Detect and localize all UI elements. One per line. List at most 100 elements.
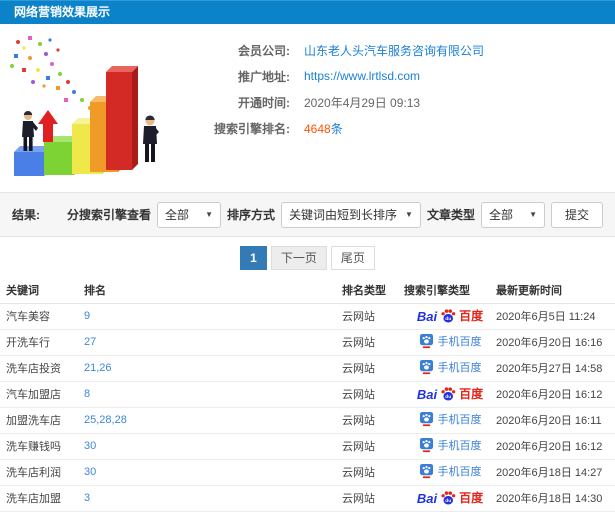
mobile-baidu-icon <box>419 333 433 348</box>
engine-type-cell: Bai du 百度 <box>404 485 496 512</box>
sort-filter-select[interactable]: 关键词由短到长排序 ▼ <box>281 201 421 228</box>
rank-cell: 30 <box>84 459 342 486</box>
member-info-panel: 会员公司: 山东老人头汽车服务咨询有限公司 推广地址: https://www.… <box>190 24 615 192</box>
rank-link[interactable]: 27 <box>84 336 96 348</box>
updated-cell: 2020年6月18日 14:27 <box>496 459 615 486</box>
rank-link[interactable]: 25,28,28 <box>84 414 127 426</box>
promo-url-label: 推广地址: <box>238 69 290 84</box>
engine-type-cell: 手机百度 <box>404 433 496 460</box>
info-row-url: 推广地址: https://www.lrtlsd.com <box>190 63 615 89</box>
engine-filter-value: 全部 <box>165 208 190 222</box>
keyword-cell: 汽车美容 <box>0 303 84 330</box>
chevron-down-icon: ▼ <box>205 210 214 219</box>
table-row: 汽车加盟店 8 云网站 Bai du 百度 2020年6月20日 16:12 <box>0 381 615 408</box>
mobile-baidu-icon <box>419 437 433 452</box>
page-button-1[interactable]: 1 <box>240 245 267 270</box>
svg-text:du: du <box>445 498 451 504</box>
pagination: 1 下一页 尾页 <box>0 237 615 278</box>
rank-cell: 9 <box>84 303 342 330</box>
updated-cell: 2020年5月27日 14:58 <box>496 355 615 382</box>
sort-filter-label: 排序方式 <box>227 208 276 222</box>
article-type-value: 全部 <box>488 208 513 222</box>
table-row: 洗车店加盟 3 云网站 Bai du 百度 2020年6月18日 14:30 <box>0 485 615 512</box>
sort-filter-value: 关键词由短到长排序 <box>289 208 398 222</box>
rank-link[interactable]: 3 <box>84 492 90 504</box>
rank-cell: 27 <box>84 329 342 356</box>
info-row-opened: 开通时间: 2020年4月29日 09:13 <box>190 89 615 115</box>
table-row: 洗车店投资 21,26 云网站 手机百度 2020年5月27日 14:58 <box>0 355 615 382</box>
company-link[interactable]: 山东老人头汽车服务咨询有限公司 <box>304 42 484 59</box>
rank-unit: 条 <box>330 121 343 136</box>
engine-type-cell: 手机百度 <box>404 459 496 486</box>
rank-type-cell: 云网站 <box>342 329 404 356</box>
engine-type-cell: Bai du 百度 <box>404 303 496 330</box>
ranking-table-body: 汽车美容 9 云网站 Bai du 百度 2020年6月5日 11:24 开洗车行 27 云网站手… <box>0 303 615 512</box>
baidu-paw-icon: du <box>441 491 456 505</box>
table-row: 洗车赚钱吗 30 云网站 手机百度 2020年6月20日 16:12 <box>0 433 615 460</box>
keyword-cell: 洗车店利润 <box>0 459 84 486</box>
rank-count: 4648 <box>304 121 331 136</box>
rank-cell: 3 <box>84 485 342 512</box>
baidu-logo: Bai du 百度 <box>416 490 484 506</box>
company-label: 会员公司: <box>238 43 290 58</box>
mobile-baidu-logo: 手机百度 <box>419 411 482 427</box>
keyword-cell: 开洗车行 <box>0 329 84 356</box>
engine-filter-label: 分搜索引擎查看 <box>67 208 152 222</box>
engine-type-cell: 手机百度 <box>404 329 496 356</box>
last-page-button[interactable]: 尾页 <box>330 245 375 270</box>
rank-type-cell: 云网站 <box>342 407 404 434</box>
chevron-down-icon: ▼ <box>405 210 413 219</box>
rank-link[interactable]: 8 <box>84 388 90 400</box>
engine-rank-label: 搜索引擎排名: <box>214 121 290 136</box>
mobile-baidu-logo: 手机百度 <box>419 333 482 349</box>
updated-cell: 2020年6月20日 16:11 <box>496 407 615 434</box>
promo-url-link[interactable]: https://www.lrtlsd.com <box>304 69 420 83</box>
rank-link[interactable]: 9 <box>84 310 90 322</box>
summary-section: 会员公司: 山东老人头汽车服务咨询有限公司 推广地址: https://www.… <box>0 24 615 192</box>
marketing-results-page: 网络营销效果展示 会员公司: 山东老人头汽车服务咨询有限公司 推广地址: htt… <box>0 0 615 520</box>
mobile-baidu-icon <box>419 411 433 426</box>
rank-type-cell: 云网站 <box>342 303 404 330</box>
keyword-cell: 加盟洗车店 <box>0 407 84 434</box>
info-row-company: 会员公司: 山东老人头汽车服务咨询有限公司 <box>190 37 615 63</box>
engine-type-cell: 手机百度 <box>404 355 496 382</box>
updated-cell: 2020年6月20日 16:12 <box>496 381 615 408</box>
submit-button[interactable]: 提交 <box>550 201 603 228</box>
article-type-select[interactable]: 全部 ▼ <box>480 201 545 228</box>
rank-type-cell: 云网站 <box>342 381 404 408</box>
engine-type-cell: Bai du 百度 <box>404 381 496 408</box>
mobile-baidu-logo: 手机百度 <box>419 463 482 479</box>
engine-filter-select[interactable]: 全部 ▼ <box>157 201 222 228</box>
baidu-logo: Bai du 百度 <box>416 308 484 324</box>
table-row: 加盟洗车店 25,28,28 云网站 手机百度 2020年6月20日 16:11 <box>0 407 615 434</box>
keyword-cell: 洗车店加盟 <box>0 485 84 512</box>
baidu-logo: Bai du 百度 <box>416 386 484 402</box>
col-rank: 排名 <box>84 278 342 304</box>
engine-type-cell: 手机百度 <box>404 407 496 434</box>
updated-cell: 2020年6月20日 16:16 <box>496 329 615 356</box>
table-row: 洗车店利润 30 云网站 手机百度 2020年6月18日 14:27 <box>0 459 615 486</box>
rank-cell: 25,28,28 <box>84 407 342 434</box>
updated-cell: 2020年6月5日 11:24 <box>496 303 615 330</box>
rank-link[interactable]: 21,26 <box>84 362 112 374</box>
rank-type-cell: 云网站 <box>342 433 404 460</box>
col-engine-type: 搜索引擎类型 <box>404 278 496 304</box>
filter-band: 结果: 分搜索引擎查看 全部 ▼ 排序方式 关键词由短到长排序 ▼ 文章类型 全… <box>0 192 615 237</box>
rank-link[interactable]: 30 <box>84 440 96 452</box>
rank-cell: 8 <box>84 381 342 408</box>
page-title-bar: 网络营销效果展示 <box>0 0 615 24</box>
open-time-value: 2020年4月29日 09:13 <box>304 95 421 110</box>
baidu-paw-icon: du <box>441 309 456 323</box>
mobile-baidu-icon <box>419 463 433 478</box>
next-page-button[interactable]: 下一页 <box>270 245 327 270</box>
rank-type-cell: 云网站 <box>342 459 404 486</box>
mobile-baidu-logo: 手机百度 <box>419 359 482 375</box>
mobile-baidu-logo: 手机百度 <box>419 437 482 453</box>
keyword-cell: 洗车赚钱吗 <box>0 433 84 460</box>
rank-type-cell: 云网站 <box>342 485 404 512</box>
keyword-cell: 汽车加盟店 <box>0 381 84 408</box>
col-keyword: 关键词 <box>0 278 84 304</box>
mobile-baidu-icon <box>419 359 433 374</box>
rank-link[interactable]: 30 <box>84 466 96 478</box>
col-rank-type: 排名类型 <box>342 278 404 304</box>
